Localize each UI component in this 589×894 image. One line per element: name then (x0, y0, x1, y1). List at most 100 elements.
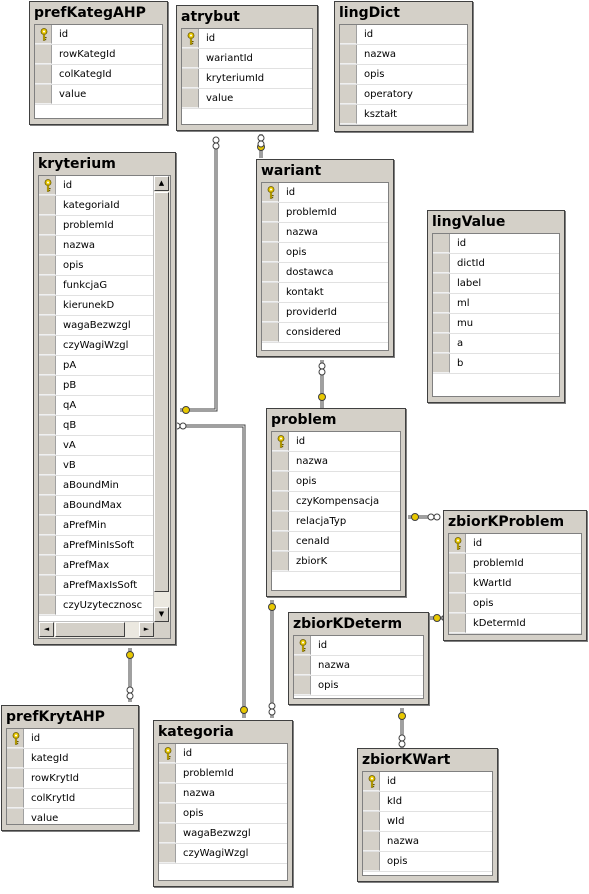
row-selector[interactable] (39, 476, 56, 495)
column-row[interactable]: value (35, 85, 162, 105)
row-selector[interactable] (159, 784, 176, 803)
table-zbiorKDeterm[interactable]: zbiorKDeterm id nazwa opis (288, 612, 429, 705)
row-selector[interactable] (39, 596, 56, 615)
row-selector[interactable] (39, 316, 56, 335)
column-row[interactable]: nazwa (159, 784, 287, 804)
row-selector[interactable] (39, 176, 56, 195)
table-zbiorKWart[interactable]: zbiorKWart id kId wId nazwa opis (357, 748, 498, 882)
row-selector[interactable] (35, 85, 52, 104)
column-row[interactable]: id (449, 534, 581, 554)
row-selector[interactable] (433, 274, 450, 293)
table-lingDict[interactable]: lingDict id nazwa opis operatory kształt (334, 1, 473, 132)
column-row[interactable]: pA (39, 356, 170, 376)
scroll-right-button[interactable]: ► (139, 622, 154, 637)
column-row[interactable]: wagaBezwzgl (159, 824, 287, 844)
row-selector[interactable] (262, 283, 279, 302)
column-row[interactable]: problemId (262, 203, 388, 223)
column-row[interactable]: cenaId (272, 532, 400, 552)
row-selector[interactable] (7, 769, 24, 788)
column-row[interactable]: qB (39, 416, 170, 436)
column-row[interactable]: relacjaTyp (272, 512, 400, 532)
row-selector[interactable] (39, 196, 56, 215)
row-selector[interactable] (363, 812, 380, 831)
column-row[interactable]: vB (39, 456, 170, 476)
column-row[interactable]: kierunekD (39, 296, 170, 316)
row-selector[interactable] (363, 832, 380, 851)
column-row[interactable]: opis (262, 243, 388, 263)
scroll-thumb[interactable] (154, 192, 169, 592)
row-selector[interactable] (363, 852, 380, 871)
row-selector[interactable] (39, 396, 56, 415)
row-selector[interactable] (7, 729, 24, 748)
column-row[interactable]: ml (433, 294, 559, 314)
row-selector[interactable] (363, 792, 380, 811)
column-row[interactable]: opis (159, 804, 287, 824)
table-problem[interactable]: problem id nazwa opis czyKompensacja relacjaT… (266, 408, 406, 597)
row-selector[interactable] (272, 492, 289, 511)
row-selector[interactable] (39, 276, 56, 295)
column-row[interactable]: id (294, 636, 423, 656)
row-selector[interactable] (433, 254, 450, 273)
column-row[interactable]: dostawca (262, 263, 388, 283)
column-row[interactable]: nazwa (340, 45, 467, 65)
column-row[interactable]: id (340, 25, 467, 45)
column-row[interactable]: id (182, 29, 312, 49)
row-selector[interactable] (39, 236, 56, 255)
row-selector[interactable] (272, 552, 289, 571)
row-selector[interactable] (262, 183, 279, 202)
column-row[interactable]: considered (262, 323, 388, 343)
column-row[interactable]: kWartId (449, 574, 581, 594)
row-selector[interactable] (39, 536, 56, 555)
column-row[interactable]: problemId (159, 764, 287, 784)
row-selector[interactable] (39, 496, 56, 515)
row-selector[interactable] (39, 416, 56, 435)
column-row[interactable]: rowKategId (35, 45, 162, 65)
row-selector[interactable] (272, 452, 289, 471)
row-selector[interactable] (35, 45, 52, 64)
row-selector[interactable] (35, 65, 52, 84)
row-selector[interactable] (262, 243, 279, 262)
column-row[interactable]: kategoriaId (39, 196, 170, 216)
row-selector[interactable] (262, 223, 279, 242)
row-selector[interactable] (182, 29, 199, 48)
column-row[interactable]: problemId (39, 216, 170, 236)
row-selector[interactable] (433, 334, 450, 353)
row-selector[interactable] (272, 512, 289, 531)
row-selector[interactable] (294, 636, 311, 655)
column-row[interactable]: aPrefMinIsSoft (39, 536, 170, 556)
row-selector[interactable] (159, 844, 176, 863)
row-selector[interactable] (272, 432, 289, 451)
column-row[interactable]: pB (39, 376, 170, 396)
row-selector[interactable] (182, 69, 199, 88)
table-zbiorKProblem[interactable]: zbiorKProblem id problemId kWartId opis kDete… (443, 510, 587, 641)
column-row[interactable]: mu (433, 314, 559, 334)
row-selector[interactable] (39, 376, 56, 395)
row-selector[interactable] (39, 436, 56, 455)
vertical-scrollbar[interactable]: ▲ ▼ (153, 176, 170, 622)
row-selector[interactable] (449, 594, 466, 613)
column-row[interactable]: providerId (262, 303, 388, 323)
scroll-down-button[interactable]: ▼ (154, 607, 169, 622)
column-row[interactable]: value (182, 89, 312, 109)
row-selector[interactable] (294, 676, 311, 695)
row-selector[interactable] (39, 456, 56, 475)
column-row[interactable]: czyWagiWzgl (39, 336, 170, 356)
column-row[interactable]: id (272, 432, 400, 452)
column-row[interactable]: id (39, 176, 170, 196)
row-selector[interactable] (262, 303, 279, 322)
row-selector[interactable] (159, 824, 176, 843)
row-selector[interactable] (340, 105, 357, 124)
column-row[interactable]: kDetermId (449, 614, 581, 634)
column-row[interactable]: opis (294, 676, 423, 696)
scroll-left-button[interactable]: ◄ (39, 622, 54, 637)
column-row[interactable]: kategId (7, 749, 133, 769)
scroll-thumb[interactable] (55, 622, 125, 637)
column-row[interactable]: aPrefMax (39, 556, 170, 576)
row-selector[interactable] (262, 263, 279, 282)
column-row[interactable]: id (35, 25, 162, 45)
column-row[interactable]: label (433, 274, 559, 294)
column-row[interactable]: id (262, 183, 388, 203)
row-selector[interactable] (39, 576, 56, 595)
column-row[interactable]: nazwa (39, 236, 170, 256)
table-lingValue[interactable]: lingValue id dictId label ml mu a b (427, 210, 565, 403)
